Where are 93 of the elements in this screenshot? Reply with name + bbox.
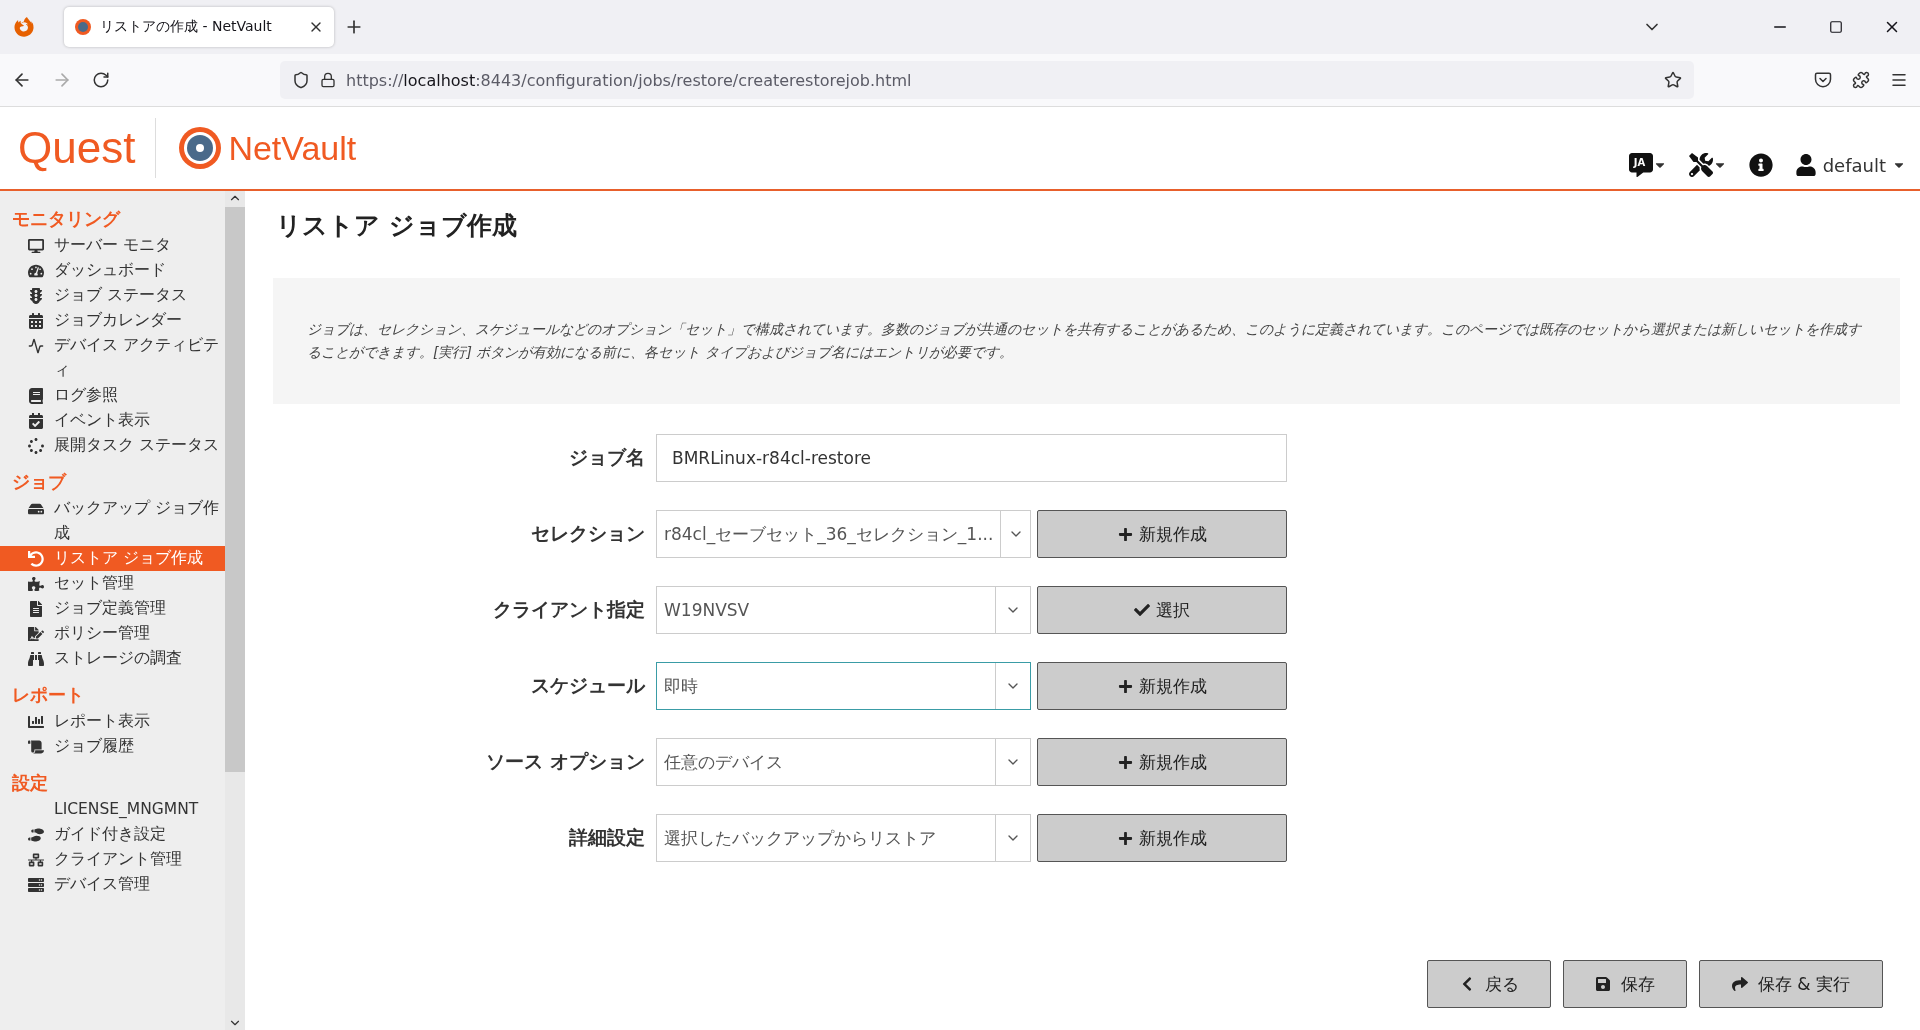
nav-item[interactable]: バックアップ ジョブ作成 [0, 496, 225, 546]
shield-icon [292, 71, 310, 89]
pocket-icon[interactable] [1814, 71, 1832, 89]
field-label: セレクション [530, 521, 645, 546]
calendar-icon [28, 312, 44, 329]
document-icon [28, 600, 44, 617]
footprints-icon [28, 826, 44, 843]
book-icon [28, 387, 44, 404]
field-label: スケジュール [530, 673, 645, 698]
field-label: クライアント指定 [492, 597, 645, 622]
user-menu[interactable]: default [1794, 154, 1906, 176]
section-heading: 設定 [11, 771, 49, 795]
nav-item[interactable]: 展開タスク ステータス [0, 433, 225, 458]
nav-item[interactable]: レポート表示 [0, 709, 225, 734]
share-arrow-icon [1731, 976, 1748, 992]
server-icon [28, 876, 44, 893]
footer-button[interactable]: 保存 & 実行 [1699, 960, 1883, 1008]
page-title: リストア ジョブ作成 [276, 210, 518, 242]
nav-item[interactable]: ログ参照 [0, 383, 225, 408]
nav-item[interactable]: イベント表示 [0, 408, 225, 433]
gauge-icon [28, 262, 44, 279]
nav-item[interactable]: ジョブ履歴 [0, 734, 225, 759]
nav-item[interactable]: サーバー モニタ [0, 233, 225, 258]
plus-icon [1117, 830, 1133, 846]
nav-item[interactable]: ポリシー管理 [0, 621, 225, 646]
dropdown[interactable]: 選択したバックアップからリストア [656, 814, 1031, 862]
check-icon [1134, 602, 1150, 618]
dropdown[interactable]: 任意のデバイス [656, 738, 1031, 786]
new-button[interactable]: 新規作成 [1037, 662, 1287, 710]
spinner-icon [28, 437, 44, 454]
nav-item[interactable]: セット管理 [0, 571, 225, 596]
new-button[interactable]: 新規作成 [1037, 738, 1287, 786]
new-button[interactable]: 新規作成 [1037, 814, 1287, 862]
info-icon[interactable] [1748, 153, 1773, 177]
browser-logo-icon[interactable] [14, 17, 34, 37]
nav-item[interactable]: デバイス管理 [0, 872, 225, 897]
user-icon [1794, 154, 1817, 176]
undo-icon [28, 550, 44, 567]
scroll-icon [28, 738, 44, 755]
speech-bubble-icon [1628, 153, 1653, 177]
tools-menu[interactable] [1688, 153, 1727, 177]
nav-item[interactable]: ストレージの調査 [0, 646, 225, 671]
address-field[interactable]: https://localhost:8443/configuration/jobs/restore/createrestorejob.html [280, 61, 1694, 99]
signed-document-icon [28, 625, 44, 642]
job-name-field[interactable]: BMRLinux-r84cl-restore [656, 434, 1287, 482]
extensions-icon[interactable] [1852, 71, 1870, 89]
star-icon[interactable] [1664, 71, 1682, 89]
new-button[interactable]: 新規作成 [1037, 510, 1287, 558]
dropdown[interactable]: r84cl_セーブセット_36_セレクション_1... [656, 510, 1031, 558]
product-name: NetVault [228, 128, 357, 168]
reload-icon[interactable] [92, 71, 110, 89]
plus-icon [1117, 754, 1133, 770]
pulse-icon [28, 337, 44, 354]
section-heading: ジョブ [11, 470, 68, 494]
field-label: 詳細設定 [568, 825, 645, 850]
plus-icon [1117, 526, 1133, 542]
scrollbar[interactable] [225, 191, 245, 1030]
dropdown[interactable]: 即時 [656, 662, 1031, 710]
lock-icon [320, 72, 336, 88]
save-icon [1595, 976, 1611, 992]
nav-item[interactable]: ジョブカレンダー [0, 308, 225, 333]
tab-title: リストアの作成 - NetVault [100, 18, 273, 36]
footer-button[interactable]: 保存 [1563, 960, 1687, 1008]
traffic-light-icon [28, 287, 44, 304]
section-heading: モニタリング [11, 207, 122, 231]
network-icon [28, 851, 44, 868]
browser-tab[interactable]: リストアの作成 - NetVault [64, 7, 334, 47]
puzzle-icon [28, 575, 44, 592]
monitor-icon [28, 237, 44, 254]
section-heading: レポート [11, 683, 85, 707]
binoculars-icon [28, 650, 44, 667]
nav-item[interactable]: ジョブ定義管理 [0, 596, 225, 621]
nav-item[interactable]: ダッシュボード [0, 258, 225, 283]
language-menu[interactable]: JA [1628, 153, 1667, 177]
nav-item[interactable]: ガイド付き設定 [0, 822, 225, 847]
plus-icon [1117, 678, 1133, 694]
footer-button[interactable]: 戻る [1427, 960, 1551, 1008]
dropdown[interactable]: W19NVSV [656, 586, 1031, 634]
nav-item[interactable]: デバイス アクティビティ [0, 333, 225, 383]
menu-icon[interactable] [1890, 71, 1908, 89]
nav-item[interactable]: LICENSE_MNGMNT [0, 797, 225, 822]
field-label: ソース オプション [485, 749, 645, 774]
bar-chart-icon [28, 713, 44, 730]
product-logo-icon [178, 126, 223, 170]
description-text: ジョブは、セレクション、スケジュールなどのオプション「セット」で構成されています。多数のジョブが共通のセットを共有することがあるため、このように定義されています。このページでは既存のセットから選択または新しいセットを作成することができます。[実行] ボタンが有効になる前に、各セット タイプおよびジョブ名にはエントリが必要です。 [273, 278, 1900, 404]
nav-item[interactable]: ジョブ ステータス [0, 283, 225, 308]
field-label: ジョブ名 [568, 445, 645, 470]
favicon-icon [74, 18, 92, 36]
tools-icon [1688, 153, 1713, 177]
select-button[interactable]: 選択 [1037, 586, 1287, 634]
brand-logo: Quest [18, 118, 157, 178]
calendar-check-icon [28, 412, 44, 429]
nav-item[interactable]: クライアント管理 [0, 847, 225, 872]
